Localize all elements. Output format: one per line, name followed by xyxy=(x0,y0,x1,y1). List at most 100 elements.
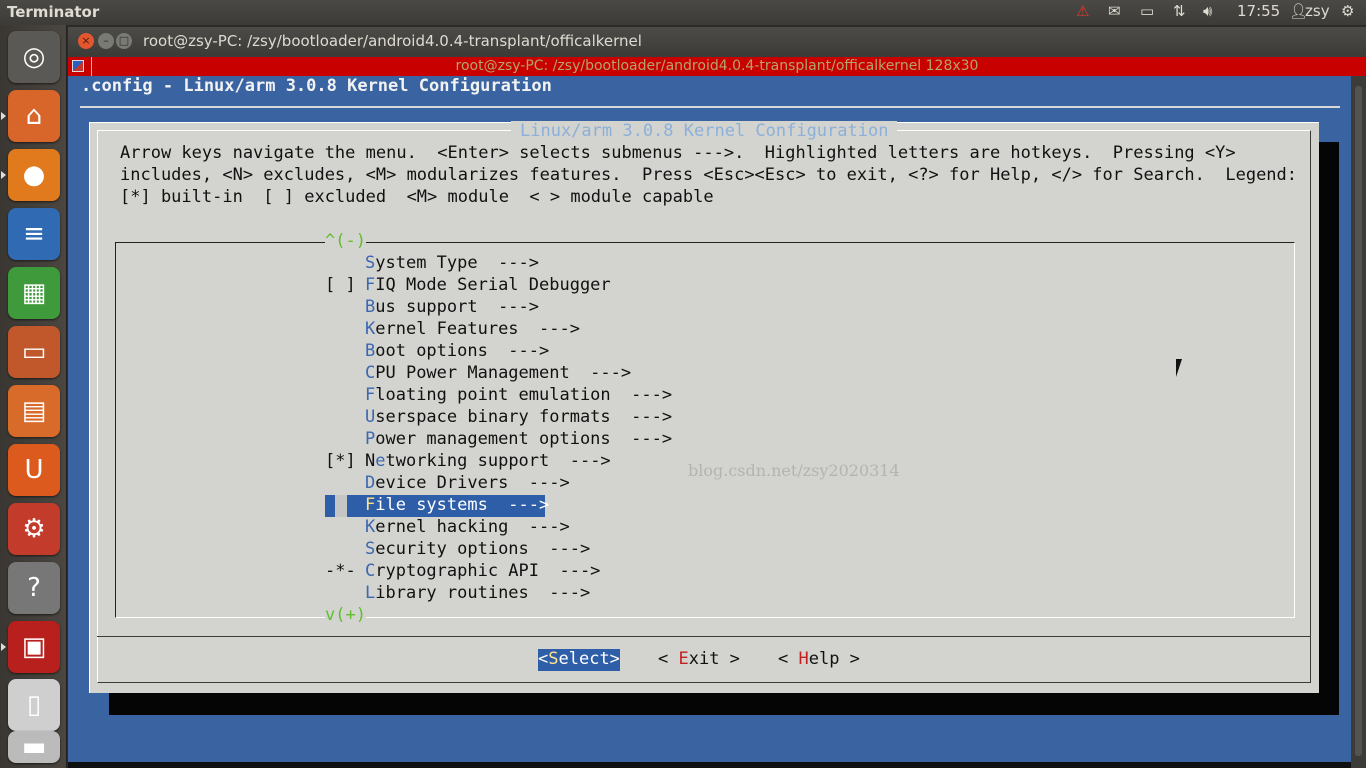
menu-item-hotkey: B xyxy=(365,297,376,317)
clock[interactable]: 17:55 xyxy=(1237,2,1280,20)
menu-item[interactable]: Library routines ---> xyxy=(325,583,590,605)
menu-item-label: tworking support ---> xyxy=(385,451,611,471)
menu-item[interactable]: File systems ---> xyxy=(325,495,549,517)
button-separator xyxy=(97,636,1311,637)
dialog-title: Linux/arm 3.0.8 Kernel Configuration xyxy=(511,121,898,141)
watermark: blog.csdn.net/zsy2020314 xyxy=(688,461,900,480)
menu-item[interactable]: Boot options ---> xyxy=(325,341,549,363)
menu-item-label: oot options ---> xyxy=(375,341,550,361)
launcher-libreoffice-writer-icon[interactable]: ≡ xyxy=(8,208,60,260)
menu-item[interactable]: [ ] FIQ Mode Serial Debugger xyxy=(325,275,611,297)
menu-item-label: serspace binary formats ---> xyxy=(375,407,673,427)
menu-item-label: ecurity options ---> xyxy=(375,539,591,559)
top-panel: Terminator ⚠ ✉ ▭ ⇅ 🔊︎ 17:55 👤︎ zsy ⚙ xyxy=(0,0,1366,25)
scroll-down-indicator[interactable]: v(+) xyxy=(325,605,366,625)
menu-item[interactable]: Power management options ---> xyxy=(325,429,672,451)
terminal-bottom-strip xyxy=(68,762,1351,768)
user-name[interactable]: zsy xyxy=(1305,2,1330,20)
menu-item-label: ernel hacking ---> xyxy=(375,517,570,537)
launcher-home-folder-icon[interactable]: ⌂ xyxy=(8,90,60,142)
menu-item-hotkey: K xyxy=(365,517,376,537)
menu-item-hotkey: L xyxy=(365,583,376,603)
launcher-terminator-icon[interactable]: ▣ xyxy=(8,621,60,673)
menu-item-hotkey: U xyxy=(365,407,376,427)
menu-item-label: ower management options ---> xyxy=(375,429,673,449)
menu-item[interactable]: -*- Cryptographic API ---> xyxy=(325,561,600,583)
network-icon[interactable]: ⇅ xyxy=(1173,2,1186,20)
selection-cursor xyxy=(335,495,347,517)
window-titlebar[interactable]: × – □ root@zsy-PC: /zsy/bootloader/andro… xyxy=(68,27,1366,56)
launcher-running-indicator xyxy=(1,171,6,179)
menu-item-hotkey: P xyxy=(365,429,376,449)
launcher-system-settings-icon[interactable]: ⚙ xyxy=(8,503,60,555)
launcher-scanner-icon[interactable]: ▬ xyxy=(8,731,60,763)
menu-item-state: [ ] xyxy=(325,275,356,295)
terminal-area[interactable]: .config - Linux/arm 3.0.8 Kernel Configu… xyxy=(68,76,1351,768)
menu-item-label: ile systems ---> xyxy=(375,495,550,515)
titlebar-divider xyxy=(91,57,92,76)
terminal-grid-icon[interactable] xyxy=(72,60,84,72)
menu-item-hotkey: C xyxy=(365,363,376,383)
menu-item-hotkey: C xyxy=(365,561,376,581)
menu-item-label: evice Drivers ---> xyxy=(375,473,570,493)
minimize-icon[interactable]: – xyxy=(98,33,114,49)
close-icon[interactable]: × xyxy=(78,33,94,49)
help-line-1: Arrow keys navigate the menu. <Enter> se… xyxy=(120,143,1236,163)
warning-icon[interactable]: ⚠ xyxy=(1076,2,1089,20)
menu-item-state: [*] xyxy=(325,451,356,471)
menu-item-label: ryptographic API ---> xyxy=(375,561,601,581)
launcher: ◎ ⌂ ● ≡ ▦ ▭ ▤ U ⚙? ▣ ▯ ▬ xyxy=(0,25,67,768)
launcher-document-viewer-icon[interactable]: ▯ xyxy=(8,679,60,731)
exit-button[interactable]: < Exit > xyxy=(658,649,740,671)
menu-item-state: -*- xyxy=(325,561,356,581)
menu-item-label: ernel Features ---> xyxy=(375,319,580,339)
menu-item-hotkey: e xyxy=(375,451,386,471)
maximize-icon[interactable]: □ xyxy=(116,33,132,49)
mail-icon[interactable]: ✉ xyxy=(1108,2,1121,20)
menu-item-hotkey: F xyxy=(365,495,376,515)
menu-item[interactable]: Userspace binary formats ---> xyxy=(325,407,672,429)
launcher-ubuntu-one-icon[interactable]: U xyxy=(8,444,60,496)
menu-item[interactable]: Security options ---> xyxy=(325,539,590,561)
launcher-libreoffice-impress-icon[interactable]: ▭ xyxy=(8,326,60,378)
select-button[interactable]: <Select> xyxy=(538,649,620,671)
header-rule xyxy=(80,106,1340,108)
menuconfig-dialog: Linux/arm 3.0.8 Kernel Configuration Arr… xyxy=(89,121,1319,693)
menu-item[interactable]: Kernel hacking ---> xyxy=(325,517,570,539)
menu-item-hotkey: S xyxy=(365,539,376,559)
menu-item[interactable]: Bus support ---> xyxy=(325,297,539,319)
terminal-titlebar[interactable]: root@zsy-PC: /zsy/bootloader/android4.0.… xyxy=(68,57,1366,76)
menu-item[interactable]: Floating point emulation ---> xyxy=(325,385,672,407)
menu-item-label: ibrary routines ---> xyxy=(375,583,591,603)
menu-item-hotkey: F xyxy=(365,275,376,295)
terminal-scrollbar[interactable] xyxy=(1351,76,1366,768)
menu-list-box xyxy=(115,242,1295,618)
launcher-firefox-icon[interactable]: ● xyxy=(8,149,60,201)
scroll-up-indicator[interactable]: ^(-) xyxy=(325,231,366,251)
config-header: .config - Linux/arm 3.0.8 Kernel Configu… xyxy=(81,76,552,96)
help-button[interactable]: < Help > xyxy=(778,649,860,671)
launcher-dash-home-icon[interactable]: ◎ xyxy=(8,31,60,83)
terminator-window: × – □ root@zsy-PC: /zsy/bootloader/andro… xyxy=(68,27,1366,768)
menu-item[interactable]: Kernel Features ---> xyxy=(325,319,580,341)
menu-item[interactable]: System Type ---> xyxy=(325,253,539,275)
menu-item-prefix: N xyxy=(365,451,376,471)
gear-icon[interactable]: ⚙ xyxy=(1341,2,1354,20)
volume-icon[interactable]: 🔊︎ xyxy=(1203,2,1212,20)
launcher-help-icon[interactable]: ? xyxy=(8,562,60,614)
mouse-pointer-icon xyxy=(1176,359,1188,377)
menu-item[interactable]: [*] Networking support ---> xyxy=(325,451,611,473)
terminal-title: root@zsy-PC: /zsy/bootloader/android4.0.… xyxy=(455,58,979,74)
menu-item-label: us support ---> xyxy=(375,297,540,317)
scrollbar-thumb[interactable] xyxy=(1355,86,1362,756)
launcher-libreoffice-calc-icon[interactable]: ▦ xyxy=(8,267,60,319)
active-app-name: Terminator xyxy=(7,3,100,21)
menu-item-hotkey: F xyxy=(365,385,376,405)
menu-item[interactable]: Device Drivers ---> xyxy=(325,473,570,495)
launcher-running-indicator xyxy=(1,643,6,651)
battery-icon[interactable]: ▭ xyxy=(1140,2,1154,20)
window-title: root@zsy-PC: /zsy/bootloader/android4.0.… xyxy=(143,32,642,50)
launcher-software-center-icon[interactable]: ▤ xyxy=(8,385,60,437)
menu-item[interactable]: CPU Power Management ---> xyxy=(325,363,631,385)
menu-item-hotkey: K xyxy=(365,319,376,339)
